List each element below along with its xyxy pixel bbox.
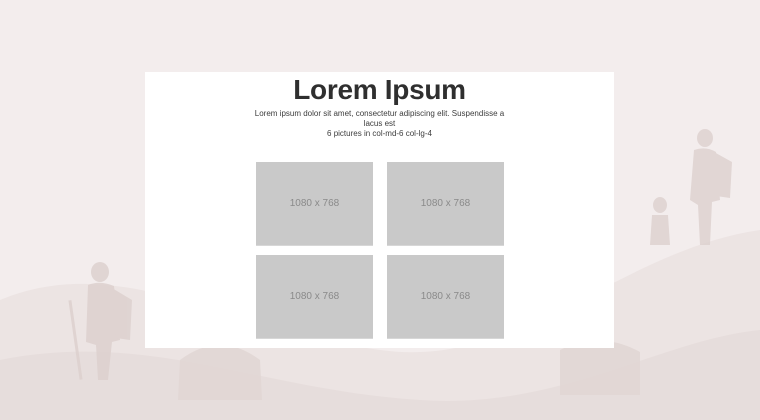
image-placeholder-label: 1080 x 768 xyxy=(420,198,471,209)
page-description: Lorem ipsum dolor sit amet, consectetur … xyxy=(249,109,510,139)
description-subline: 6 pictures in col-md-6 col-lg-4 xyxy=(327,129,432,138)
image-placeholder-label: 1080 x 768 xyxy=(420,291,471,302)
page-title: Lorem Ipsum xyxy=(293,74,466,105)
image-placeholder-label: 1080 x 768 xyxy=(289,291,340,302)
image-placeholder-label: 1080 x 768 xyxy=(289,198,340,209)
gallery-image-2[interactable]: 1080 x 768 xyxy=(387,162,504,246)
description-text: Lorem ipsum dolor sit amet, consectetur … xyxy=(254,109,505,128)
gallery-image-4[interactable]: 1080 x 768 xyxy=(387,255,504,339)
gallery-image-3[interactable]: 1080 x 768 xyxy=(256,255,373,339)
gallery-image-1[interactable]: 1080 x 768 xyxy=(256,162,373,246)
content-card: Lorem Ipsum Lorem ipsum dolor sit amet, … xyxy=(145,72,614,348)
